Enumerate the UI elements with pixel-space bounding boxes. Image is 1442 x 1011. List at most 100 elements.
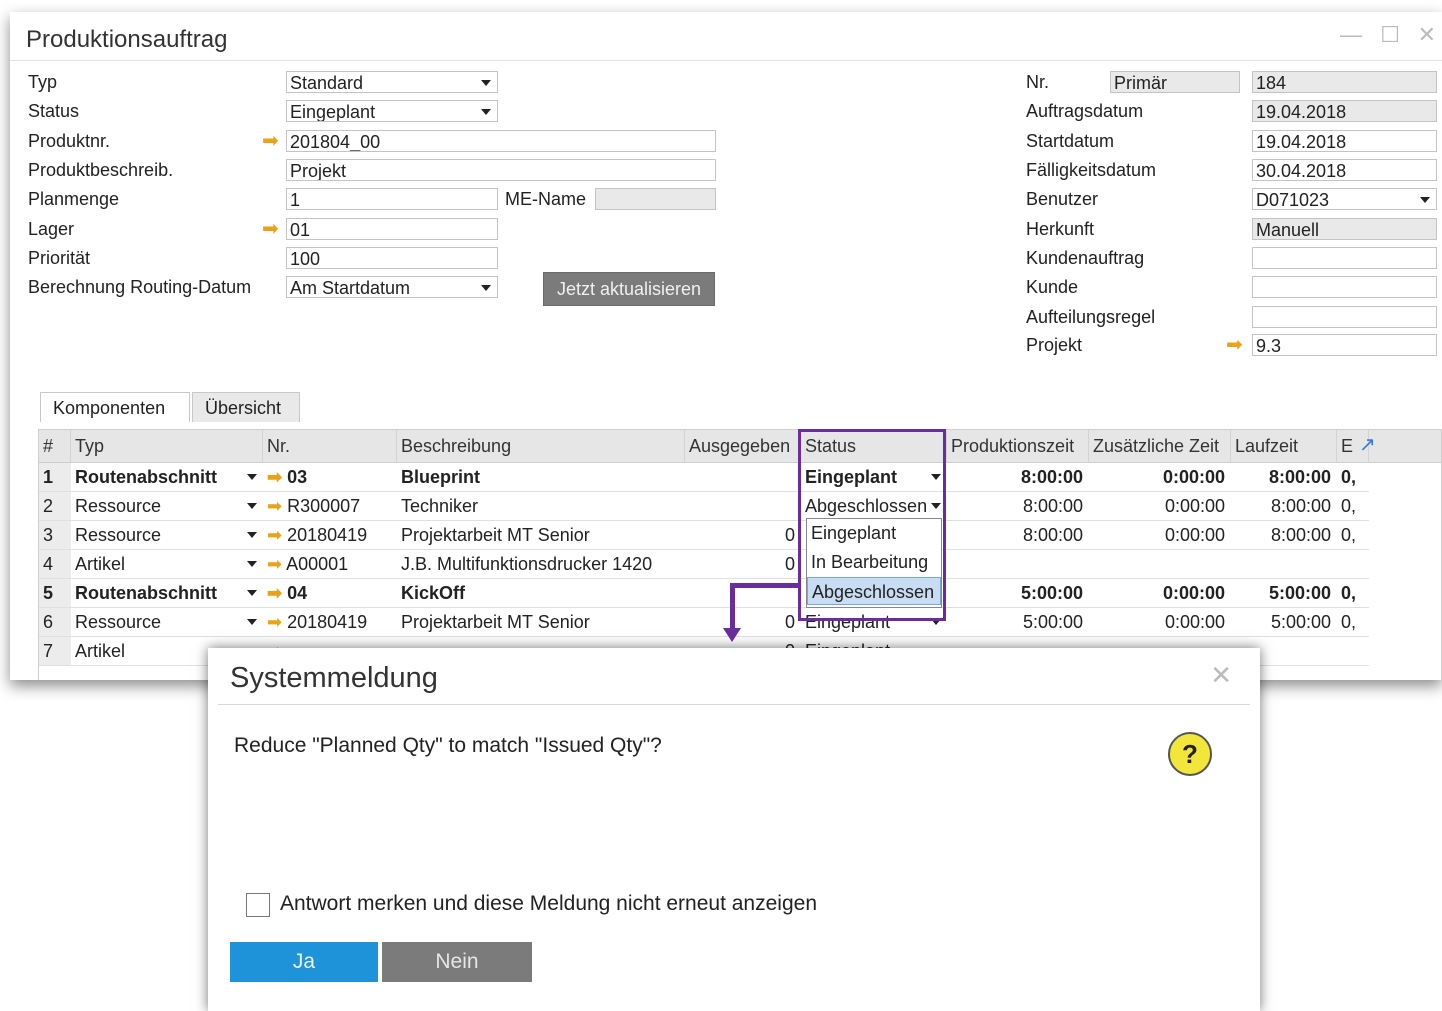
table-row[interactable]: 1 Routenabschnitt ➡ 03 Blueprint Eingeplant 8… — [39, 463, 1369, 492]
nr-field[interactable]: 184 — [1252, 71, 1437, 93]
cell-e[interactable]: 0, — [1337, 463, 1369, 491]
chevron-down-icon[interactable] — [247, 561, 257, 567]
cell-ausg[interactable] — [685, 463, 801, 491]
cell-n[interactable]: 4 — [39, 550, 71, 578]
cell-typ[interactable]: Routenabschnitt — [71, 463, 263, 491]
link-arrow-icon[interactable]: ➡ — [267, 554, 286, 574]
planmenge-field[interactable]: 1 — [286, 188, 498, 210]
cell-lauf[interactable] — [1231, 550, 1337, 578]
cell-beschr[interactable]: Projektarbeit MT Senior — [397, 608, 685, 636]
col-header-ausgegeben[interactable]: Ausgegeben — [685, 430, 801, 462]
kundenauftrag-field[interactable] — [1252, 247, 1437, 269]
no-button[interactable]: Nein — [382, 942, 532, 982]
cell-prod[interactable]: 8:00:00 — [947, 463, 1089, 491]
kunde-field[interactable] — [1252, 276, 1437, 298]
cell-nr[interactable]: ➡ R300007 — [263, 492, 397, 520]
benutzer-select[interactable]: D071023 — [1252, 188, 1437, 210]
routing-select[interactable]: Am Startdatum — [286, 276, 498, 298]
cell-prod[interactable]: 5:00:00 — [947, 579, 1089, 607]
chevron-down-icon[interactable] — [247, 590, 257, 596]
yes-button[interactable]: Ja — [230, 942, 378, 982]
startdatum-field[interactable]: 19.04.2018 — [1252, 130, 1437, 152]
cell-typ[interactable]: Routenabschnitt — [71, 579, 263, 607]
cell-nr[interactable]: ➡ 20180419 — [263, 608, 397, 636]
link-arrow-icon[interactable]: ➡ — [267, 496, 287, 516]
col-header-laufzeit[interactable]: Laufzeit — [1231, 430, 1337, 462]
cell-e[interactable] — [1337, 550, 1369, 578]
projekt-field[interactable]: 9.3 — [1252, 334, 1437, 356]
prioritaet-field[interactable]: 100 — [286, 247, 498, 269]
link-arrow-icon[interactable]: ➡ — [267, 467, 287, 487]
table-row[interactable]: 2 Ressource ➡ R300007 Techniker Abgeschlosse… — [39, 492, 1369, 521]
lager-field[interactable]: 01 — [286, 218, 498, 240]
produktbeschreib-field[interactable]: Projekt — [286, 159, 716, 181]
cell-e[interactable]: 0, — [1337, 608, 1369, 636]
cell-beschr[interactable]: KickOff — [397, 579, 685, 607]
cell-zus[interactable]: 0:00:00 — [1089, 521, 1231, 549]
cell-lauf[interactable]: 8:00:00 — [1231, 492, 1337, 520]
cell-prod[interactable]: 8:00:00 — [947, 521, 1089, 549]
cell-e[interactable] — [1337, 637, 1369, 665]
cell-n[interactable]: 7 — [39, 637, 71, 665]
tab-uebersicht[interactable]: Übersicht — [192, 392, 300, 422]
cell-lauf[interactable]: 5:00:00 — [1231, 608, 1337, 636]
update-now-button[interactable]: Jetzt aktualisieren — [543, 272, 715, 306]
cell-prod[interactable]: 5:00:00 — [947, 608, 1089, 636]
col-header-beschreibung[interactable]: Beschreibung — [397, 430, 685, 462]
cell-prod[interactable] — [947, 550, 1089, 578]
link-arrow-icon[interactable]: ➡ — [262, 130, 279, 152]
link-arrow-icon[interactable]: ➡ — [267, 525, 287, 545]
cell-e[interactable]: 0, — [1337, 579, 1369, 607]
cell-zus[interactable] — [1089, 550, 1231, 578]
col-header-typ[interactable]: Typ — [71, 430, 263, 462]
link-arrow-icon[interactable]: ➡ — [267, 583, 287, 603]
cell-ausg[interactable] — [685, 492, 801, 520]
cell-n[interactable]: 1 — [39, 463, 71, 491]
herkunft-field[interactable]: Manuell — [1252, 218, 1437, 240]
cell-n[interactable]: 3 — [39, 521, 71, 549]
cell-typ[interactable]: Ressource — [71, 608, 263, 636]
cell-ausg[interactable]: 0 — [685, 608, 801, 636]
chevron-down-icon[interactable] — [247, 619, 257, 625]
aufteilung-field[interactable] — [1252, 306, 1437, 328]
cell-e[interactable]: 0, — [1337, 492, 1369, 520]
cell-typ[interactable]: Artikel — [71, 550, 263, 578]
cell-e[interactable]: 0, — [1337, 521, 1369, 549]
cell-prod[interactable]: 8:00:00 — [947, 492, 1089, 520]
faelligkeit-field[interactable]: 30.04.2018 — [1252, 159, 1437, 181]
cell-typ[interactable]: Ressource — [71, 492, 263, 520]
nr-series-field[interactable]: Primär — [1110, 71, 1240, 93]
remember-checkbox[interactable] — [246, 893, 270, 917]
cell-nr[interactable]: ➡ 03 — [263, 463, 397, 491]
link-arrow-icon[interactable]: ➡ — [267, 612, 287, 632]
cell-beschr[interactable]: J.B. Multifunktionsdrucker 1420 — [397, 550, 685, 578]
close-icon[interactable]: ✕ — [1418, 22, 1436, 48]
expand-arrow-icon[interactable]: ↗ — [1359, 432, 1376, 457]
col-header-produktionszeit[interactable]: Produktionszeit — [947, 430, 1089, 462]
link-arrow-icon[interactable]: ➡ — [262, 218, 279, 240]
cell-zus[interactable]: 0:00:00 — [1089, 463, 1231, 491]
cell-nr[interactable]: ➡ 04 — [263, 579, 397, 607]
cell-n[interactable]: 6 — [39, 608, 71, 636]
cell-lauf[interactable]: 8:00:00 — [1231, 521, 1337, 549]
typ-select[interactable]: Standard — [286, 71, 498, 93]
cell-beschr[interactable]: Blueprint — [397, 463, 685, 491]
table-row[interactable]: 4 Artikel ➡ A00001 J.B. Multifunktionsdruck… — [39, 550, 1369, 579]
cell-zus[interactable]: 0:00:00 — [1089, 579, 1231, 607]
cell-typ[interactable]: Ressource — [71, 521, 263, 549]
auftragsdatum-field[interactable]: 19.04.2018 — [1252, 100, 1437, 122]
maximize-icon[interactable]: ☐ — [1380, 22, 1400, 48]
tab-komponenten[interactable]: Komponenten — [40, 392, 190, 422]
cell-nr[interactable]: ➡ 20180419 — [263, 521, 397, 549]
link-arrow-icon[interactable]: ➡ — [1226, 334, 1243, 356]
cell-lauf[interactable]: 5:00:00 — [1231, 579, 1337, 607]
cell-ausg[interactable]: 0 — [685, 521, 801, 549]
mename-field[interactable] — [595, 188, 716, 210]
chevron-down-icon[interactable] — [247, 503, 257, 509]
status-select[interactable]: Eingeplant — [286, 100, 498, 122]
cell-n[interactable]: 5 — [39, 579, 71, 607]
chevron-down-icon[interactable] — [247, 532, 257, 538]
cell-beschr[interactable]: Techniker — [397, 492, 685, 520]
cell-lauf[interactable]: 8:00:00 — [1231, 463, 1337, 491]
cell-ausg[interactable]: 0 — [685, 550, 801, 578]
